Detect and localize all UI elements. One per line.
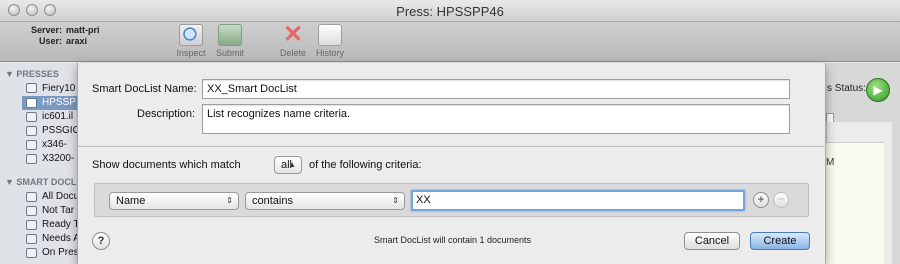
background-list-text: M <box>826 157 835 168</box>
delete-icon: ✕ <box>282 21 304 48</box>
play-icon: ▶ <box>873 83 883 97</box>
printer-icon <box>26 112 37 122</box>
criteria-field-value: Name <box>116 195 146 207</box>
printer-icon <box>26 126 37 136</box>
name-label: Smart DocList Name: <box>92 83 197 95</box>
document-icon <box>26 248 37 258</box>
smart-doclists-header[interactable]: ▼ SMART DOCL <box>5 177 76 187</box>
description-label: Description: <box>137 108 196 120</box>
submit-icon <box>218 24 242 46</box>
updown-arrows-icon: ⇕ <box>226 196 233 205</box>
history-label: History <box>315 48 344 58</box>
name-field[interactable]: XX_Smart DocList <box>202 79 790 99</box>
presses-header[interactable]: ▼ PRESSES <box>5 69 59 79</box>
submit-button[interactable]: Submit <box>211 24 249 58</box>
cancel-button[interactable]: Cancel <box>684 232 740 250</box>
updown-arrows-icon: ▲ <box>288 160 296 169</box>
add-criteria-button[interactable]: + <box>753 192 769 208</box>
history-button[interactable]: History <box>311 24 349 58</box>
inspect-icon <box>179 24 203 46</box>
criteria-field-select[interactable]: Name ⇕ <box>109 192 239 210</box>
match-select[interactable]: all ▲ <box>274 156 302 174</box>
create-button[interactable]: Create <box>750 232 810 250</box>
inspect-label: Inspect <box>176 48 206 58</box>
user-value: araxi <box>66 36 88 46</box>
sidebar: ▼ PRESSES Fiery10 HPSSP ic601.il PSSGIO … <box>0 63 80 264</box>
server-label: Server: <box>30 25 62 35</box>
title-bar: Press: HPSSPP46 <box>0 0 900 22</box>
printer-icon <box>26 140 37 150</box>
printer-icon <box>26 98 37 108</box>
status-label: s Status: <box>827 83 866 94</box>
description-field[interactable]: List recognizes name criteria. <box>202 104 790 134</box>
server-value: matt-pri <box>66 25 100 35</box>
match-suffix-label: of the following criteria: <box>309 159 422 171</box>
window-title: Press: HPSSPP46 <box>396 4 504 19</box>
toolbar: Server: matt-pri User: araxi Inspect Submi… <box>0 22 900 62</box>
match-prefix-label: Show documents which match <box>92 159 241 171</box>
server-info: Server: matt-pri User: araxi <box>8 25 100 47</box>
smart-list-icon <box>26 220 37 230</box>
criteria-operator-select[interactable]: contains ⇕ <box>245 192 405 210</box>
delete-button[interactable]: ✕ Delete <box>274 21 312 59</box>
criteria-value-field[interactable]: XX <box>411 190 745 211</box>
criteria-row: Name ⇕ contains ⇕ XX + − <box>94 183 809 217</box>
submit-label: Submit <box>215 48 244 58</box>
history-icon <box>318 24 342 46</box>
delete-label: Delete <box>279 48 306 58</box>
smart-list-icon <box>26 206 37 216</box>
divider <box>78 146 827 147</box>
printer-icon <box>26 154 37 164</box>
document-icon <box>26 234 37 244</box>
criteria-operator-value: contains <box>252 195 293 207</box>
updown-arrows-icon: ⇕ <box>392 196 399 205</box>
user-label: User: <box>38 36 62 46</box>
inspect-button[interactable]: Inspect <box>172 24 210 58</box>
remove-criteria-button[interactable]: − <box>773 192 789 208</box>
printer-icon <box>26 83 37 93</box>
smart-list-icon <box>26 192 37 202</box>
go-button[interactable]: ▶ <box>866 78 890 102</box>
background-list <box>826 142 884 264</box>
smart-doclist-sheet: Smart DocList Name: XX_Smart DocList Des… <box>77 63 827 264</box>
